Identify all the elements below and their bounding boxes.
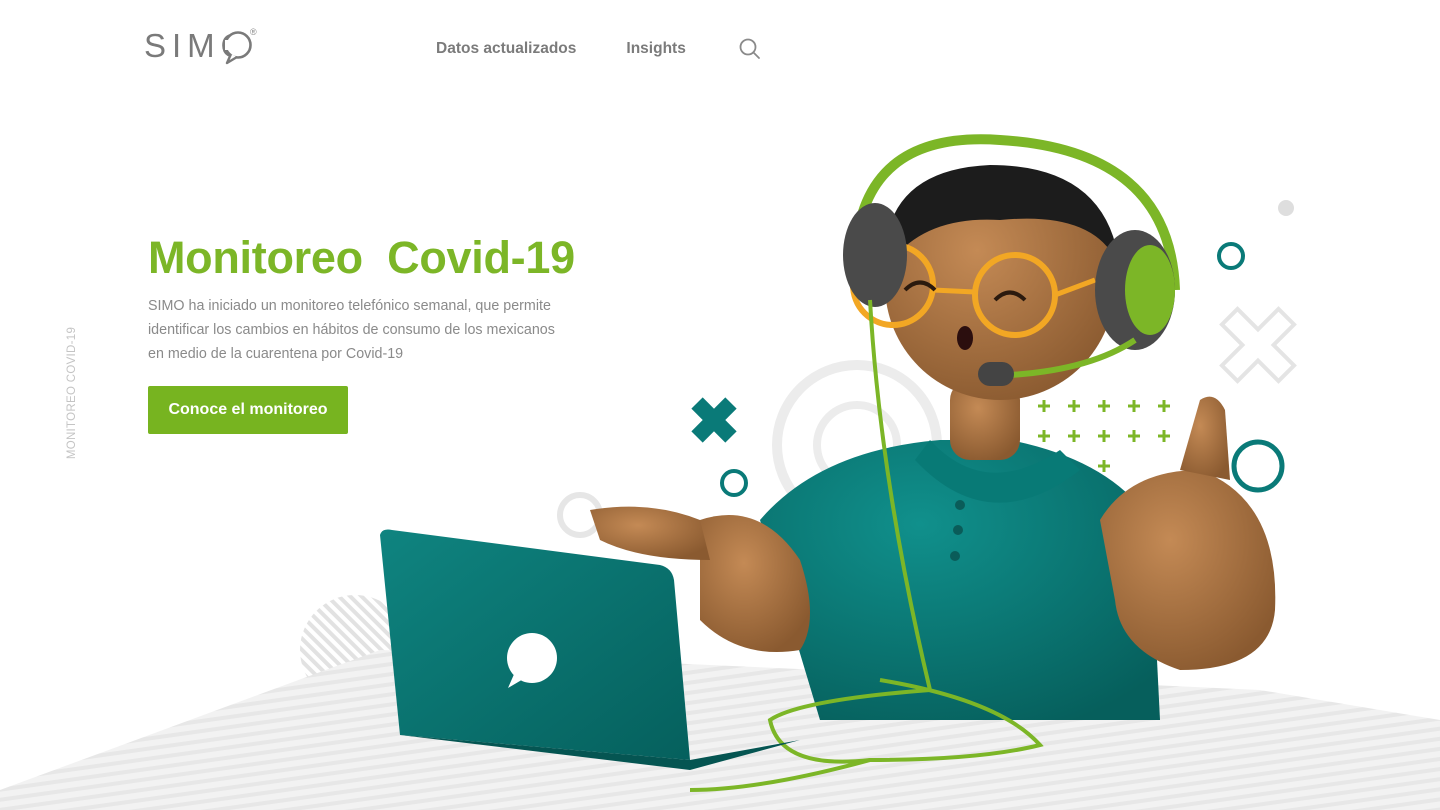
hero-title: Monitoreo Covid-19	[148, 232, 575, 283]
site-header: SIMO ® Datos actualizados Insights	[0, 0, 1440, 95]
nav-link-datos-actualizados[interactable]: Datos actualizados	[436, 39, 576, 59]
gray-ring-icon	[772, 360, 942, 530]
plus-grid-icon	[1038, 400, 1170, 472]
main-nav: Datos actualizados Insights	[436, 37, 762, 61]
hero-section: Monitoreo Covid-19 SIMO ha iniciado un m…	[148, 228, 588, 366]
hero-description: SIMO ha iniciado un monitoreo telefónico…	[148, 298, 555, 362]
registered-mark: ®	[250, 27, 257, 37]
teal-ring-icon	[1217, 242, 1245, 270]
teal-ring-icon	[1231, 439, 1285, 493]
desk	[0, 650, 1440, 810]
gray-dot-icon	[1278, 200, 1294, 216]
laptop	[380, 529, 800, 770]
gray-ring-icon	[557, 492, 603, 538]
character	[590, 134, 1276, 792]
search-icon[interactable]	[738, 37, 762, 61]
outline-cross-icon	[1219, 306, 1297, 384]
teal-cross-icon	[691, 397, 737, 443]
nav-link-insights[interactable]: Insights	[626, 39, 685, 59]
striped-disc-icon	[300, 595, 410, 705]
teal-ring-icon	[720, 469, 748, 497]
gray-ring-icon	[813, 401, 901, 489]
vertical-section-label: MONITOREO COVID-19	[66, 326, 78, 460]
conoce-monitoreo-button[interactable]: Conoce el monitoreo	[148, 386, 348, 434]
speech-bubble-icon	[507, 633, 557, 688]
